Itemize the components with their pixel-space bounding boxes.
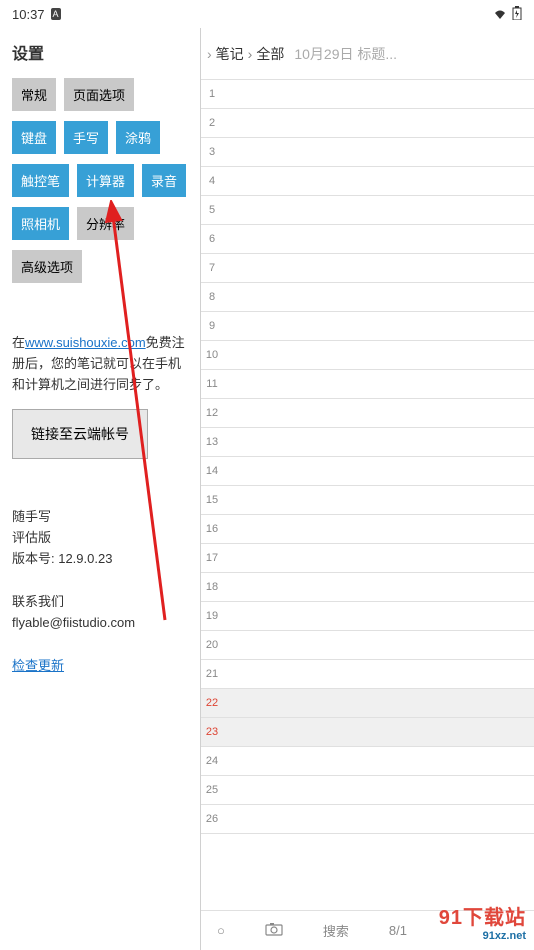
note-line[interactable]: 6 [201,225,534,254]
note-line[interactable]: 11 [201,370,534,399]
line-number: 3 [201,146,223,158]
bottom-toolbar: ○ 搜索 8/1 [201,910,534,950]
settings-title: 设置 [12,40,188,64]
search-label[interactable]: 搜索 [323,921,349,940]
page-options-button[interactable]: 页面选项 [64,78,134,111]
keyboard-button[interactable]: 键盘 [12,121,56,154]
advanced-button[interactable]: 高级选项 [12,250,82,283]
record-button[interactable]: 录音 [142,164,186,197]
line-number: 18 [201,581,223,593]
note-line[interactable]: 2 [201,109,534,138]
breadcrumb-notes[interactable]: 笔记 [216,44,244,64]
handwrite-button[interactable]: 手写 [64,121,108,154]
line-number: 16 [201,523,223,535]
wifi-icon [492,7,508,22]
general-button[interactable]: 常规 [12,78,56,111]
note-line[interactable]: 25 [201,776,534,805]
breadcrumb-sep: › [248,46,253,62]
note-line[interactable]: 9 [201,312,534,341]
note-line[interactable]: 12 [201,399,534,428]
stylus-button[interactable]: 触控笔 [12,164,69,197]
line-number: 5 [201,204,223,216]
line-number: 17 [201,552,223,564]
note-line[interactable]: 1 [201,80,534,109]
chevron-right-icon[interactable]: › [207,46,212,62]
line-number: 26 [201,813,223,825]
line-number: 25 [201,784,223,796]
breadcrumb-all[interactable]: 全部 [256,44,284,64]
doodle-button[interactable]: 涂鸦 [116,121,160,154]
note-line[interactable]: 22 [201,689,534,718]
note-line[interactable]: 23 [201,718,534,747]
status-time: 10:37 [12,7,45,22]
breadcrumb: › 笔记 › 全部 10月29日 标题... [201,28,534,80]
line-number: 22 [201,697,223,709]
note-line[interactable]: 17 [201,544,534,573]
line-number: 15 [201,494,223,506]
line-number: 19 [201,610,223,622]
note-line[interactable]: 26 [201,805,534,834]
line-number: 8 [201,291,223,303]
battery-icon [512,6,522,23]
line-number: 7 [201,262,223,274]
breadcrumb-detail[interactable]: 10月29日 标题... [294,44,397,64]
check-update-link[interactable]: 检查更新 [12,655,188,674]
status-indicator: A [51,8,61,20]
line-number: 24 [201,755,223,767]
page-indicator[interactable]: 8/1 [389,923,407,938]
line-number: 14 [201,465,223,477]
settings-sidebar: 设置 常规 页面选项 键盘 手写 涂鸦 触控笔 计算器 录音 照相机 分辨率 高… [0,28,200,950]
line-number: 10 [201,349,223,361]
circle-tool-icon[interactable]: ○ [217,923,225,938]
line-number: 20 [201,639,223,651]
line-number: 23 [201,726,223,738]
note-line[interactable]: 7 [201,254,534,283]
app-name: 随手写 [12,507,188,528]
line-number: 13 [201,436,223,448]
camera-tool-icon[interactable] [265,922,283,939]
note-line[interactable]: 20 [201,631,534,660]
note-lines[interactable]: 1234567891011121314151617181920212223242… [201,80,534,910]
app-version: 版本号: 12.9.0.23 [12,549,188,570]
contact-email: flyable@fiistudio.com [12,613,188,634]
note-line[interactable]: 4 [201,167,534,196]
line-number: 4 [201,175,223,187]
link-cloud-button[interactable]: 链接至云端帐号 [12,409,148,459]
note-line[interactable]: 5 [201,196,534,225]
line-number: 12 [201,407,223,419]
note-line[interactable]: 14 [201,457,534,486]
note-line[interactable]: 16 [201,515,534,544]
line-number: 11 [201,378,223,390]
line-number: 6 [201,233,223,245]
note-line[interactable]: 10 [201,341,534,370]
note-line[interactable]: 24 [201,747,534,776]
note-line[interactable]: 13 [201,428,534,457]
note-line[interactable]: 8 [201,283,534,312]
app-edition: 评估版 [12,528,188,549]
calculator-button[interactable]: 计算器 [77,164,134,197]
note-line[interactable]: 19 [201,602,534,631]
line-number: 1 [201,88,223,100]
line-number: 2 [201,117,223,129]
camera-button[interactable]: 照相机 [12,207,69,240]
line-number: 21 [201,668,223,680]
contact-label: 联系我们 [12,592,188,613]
note-line[interactable]: 3 [201,138,534,167]
cloud-info-text: 在www.suishouxie.com免费注册后，您的笔记就可以在手机和计算机之… [12,333,188,395]
note-line[interactable]: 21 [201,660,534,689]
note-line[interactable]: 15 [201,486,534,515]
note-line[interactable]: 18 [201,573,534,602]
website-link[interactable]: www.suishouxie.com [25,335,146,350]
resolution-button[interactable]: 分辨率 [77,207,134,240]
line-number: 9 [201,320,223,332]
